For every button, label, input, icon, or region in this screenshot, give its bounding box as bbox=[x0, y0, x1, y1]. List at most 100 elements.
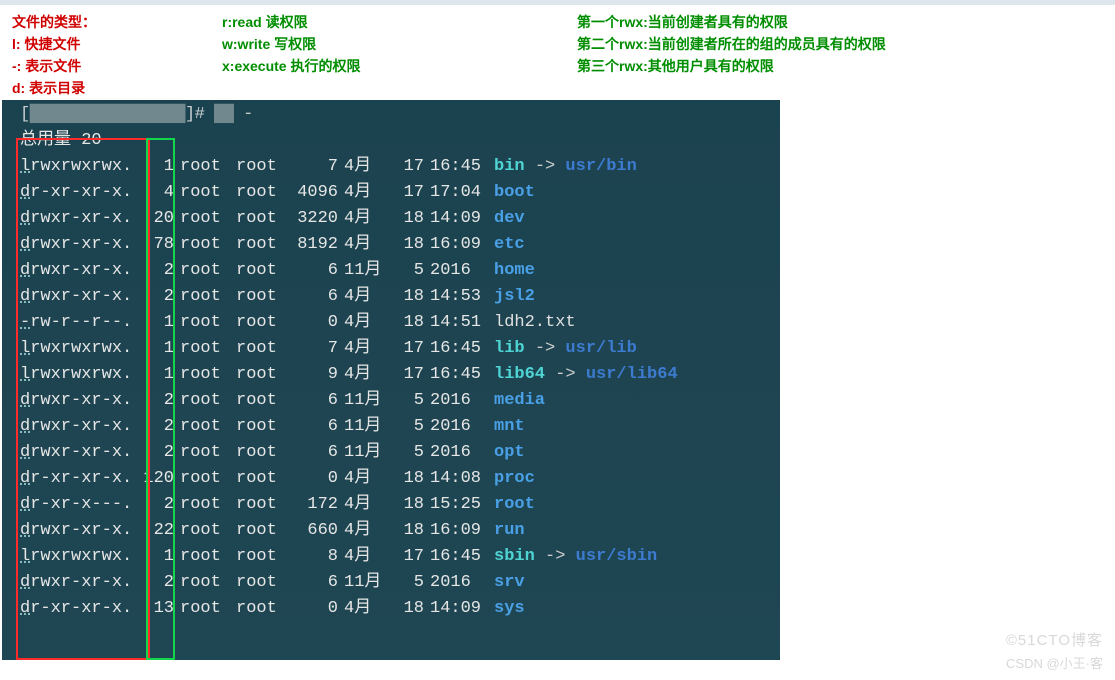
file-name: etc bbox=[494, 235, 525, 254]
size: 0 bbox=[290, 596, 338, 622]
month: 4月 bbox=[344, 154, 390, 180]
day: 5 bbox=[394, 388, 424, 414]
month: 4月 bbox=[344, 544, 390, 570]
owner: root bbox=[180, 232, 230, 258]
time: 2016 bbox=[430, 440, 488, 466]
symlink-target: usr/sbin bbox=[576, 547, 658, 566]
legend-x: x:execute 执行的权限 bbox=[222, 55, 577, 77]
file-name: srv bbox=[494, 573, 525, 592]
day: 18 bbox=[394, 492, 424, 518]
time: 2016 bbox=[430, 258, 488, 284]
day: 5 bbox=[394, 570, 424, 596]
time: 15:25 bbox=[430, 492, 488, 518]
month: 4月 bbox=[344, 518, 390, 544]
file-name: lib64 bbox=[494, 365, 545, 384]
permissions: dr-xr-xr-x. bbox=[20, 180, 140, 206]
list-item: lrwxrwxrwx.1rootroot84月1716:45sbin -> us… bbox=[2, 544, 780, 570]
month: 4月 bbox=[344, 492, 390, 518]
time: 14:08 bbox=[430, 466, 488, 492]
size: 4096 bbox=[290, 180, 338, 206]
group: root bbox=[236, 206, 286, 232]
size: 660 bbox=[290, 518, 338, 544]
legend-rwx1: 第一个rwx:当前创建者具有的权限 bbox=[577, 11, 1103, 33]
permissions: drwxr-xr-x. bbox=[20, 206, 140, 232]
size: 172 bbox=[290, 492, 338, 518]
owner: root bbox=[180, 310, 230, 336]
owner: root bbox=[180, 206, 230, 232]
group: root bbox=[236, 388, 286, 414]
day: 5 bbox=[394, 414, 424, 440]
link-count: 120 bbox=[140, 466, 174, 492]
list-item: drwxr-xr-x.78rootroot81924月1816:09etc bbox=[2, 232, 780, 258]
group: root bbox=[236, 440, 286, 466]
time: 16:45 bbox=[430, 336, 488, 362]
link-count: 1 bbox=[140, 362, 174, 388]
day: 17 bbox=[394, 336, 424, 362]
legend-rwx-groups: 第一个rwx:当前创建者具有的权限 第二个rwx:当前创建者所在的组的成员具有的… bbox=[577, 11, 1103, 77]
day: 18 bbox=[394, 310, 424, 336]
permissions: drwxr-xr-x. bbox=[20, 284, 140, 310]
permissions: drwxr-xr-x. bbox=[20, 440, 140, 466]
list-item: lrwxrwxrwx.1rootroot74月1716:45bin -> usr… bbox=[2, 154, 780, 180]
file-name: proc bbox=[494, 469, 535, 488]
size: 6 bbox=[290, 414, 338, 440]
permissions: drwxr-xr-x. bbox=[20, 570, 140, 596]
owner: root bbox=[180, 414, 230, 440]
watermark-csdn: CSDN @小王·客 bbox=[1006, 653, 1103, 672]
symlink-arrow: -> bbox=[545, 547, 565, 566]
permissions: dr-xr-xr-x. bbox=[20, 466, 140, 492]
day: 5 bbox=[394, 440, 424, 466]
symlink-arrow: -> bbox=[535, 157, 555, 176]
link-count: 2 bbox=[140, 258, 174, 284]
symlink-arrow: -> bbox=[535, 339, 555, 358]
file-name: ldh2.txt bbox=[494, 313, 576, 332]
legend-file-types: 文件的类型： l: 快捷文件 -: 表示文件 d: 表示目录 bbox=[12, 11, 222, 99]
group: root bbox=[236, 596, 286, 622]
legend-rwx-meaning: r:read 读权限 w:write 写权限 x:execute 执行的权限 bbox=[222, 11, 577, 77]
time: 2016 bbox=[430, 570, 488, 596]
link-count: 1 bbox=[140, 544, 174, 570]
list-item: -rw-r--r--.1rootroot04月1814:51ldh2.txt bbox=[2, 310, 780, 336]
symlink-target: usr/lib bbox=[565, 339, 636, 358]
list-item: drwxr-xr-x.2rootroot611月52016srv bbox=[2, 570, 780, 596]
terminal-listing: lrwxrwxrwx.1rootroot74月1716:45bin -> usr… bbox=[2, 154, 780, 622]
link-count: 2 bbox=[140, 492, 174, 518]
time: 16:45 bbox=[430, 362, 488, 388]
list-item: drwxr-xr-x.2rootroot611月52016opt bbox=[2, 440, 780, 466]
owner: root bbox=[180, 492, 230, 518]
month: 11月 bbox=[344, 388, 390, 414]
month: 11月 bbox=[344, 258, 390, 284]
link-count: 78 bbox=[140, 232, 174, 258]
file-name: lib bbox=[494, 339, 525, 358]
legend-row: 文件的类型： l: 快捷文件 -: 表示文件 d: 表示目录 r:read 读权… bbox=[0, 5, 1115, 100]
month: 11月 bbox=[344, 570, 390, 596]
time: 14:09 bbox=[430, 206, 488, 232]
owner: root bbox=[180, 440, 230, 466]
group: root bbox=[236, 518, 286, 544]
month: 4月 bbox=[344, 206, 390, 232]
time: 16:09 bbox=[430, 518, 488, 544]
link-count: 20 bbox=[140, 206, 174, 232]
size: 3220 bbox=[290, 206, 338, 232]
permissions: -rw-r--r--. bbox=[20, 310, 140, 336]
day: 18 bbox=[394, 232, 424, 258]
day: 5 bbox=[394, 258, 424, 284]
permissions: lrwxrwxrwx. bbox=[20, 362, 140, 388]
size: 6 bbox=[290, 258, 338, 284]
file-name: dev bbox=[494, 209, 525, 228]
link-count: 4 bbox=[140, 180, 174, 206]
group: root bbox=[236, 492, 286, 518]
month: 4月 bbox=[344, 180, 390, 206]
size: 8192 bbox=[290, 232, 338, 258]
time: 16:45 bbox=[430, 544, 488, 570]
month: 4月 bbox=[344, 336, 390, 362]
group: root bbox=[236, 258, 286, 284]
day: 18 bbox=[394, 518, 424, 544]
month: 11月 bbox=[344, 440, 390, 466]
month: 4月 bbox=[344, 310, 390, 336]
list-item: lrwxrwxrwx.1rootroot94月1716:45lib64 -> u… bbox=[2, 362, 780, 388]
permissions: drwxr-xr-x. bbox=[20, 258, 140, 284]
list-item: dr-xr-xr-x.13rootroot04月1814:09sys bbox=[2, 596, 780, 622]
permissions: dr-xr-x---. bbox=[20, 492, 140, 518]
legend-r: r:read 读权限 bbox=[222, 11, 577, 33]
